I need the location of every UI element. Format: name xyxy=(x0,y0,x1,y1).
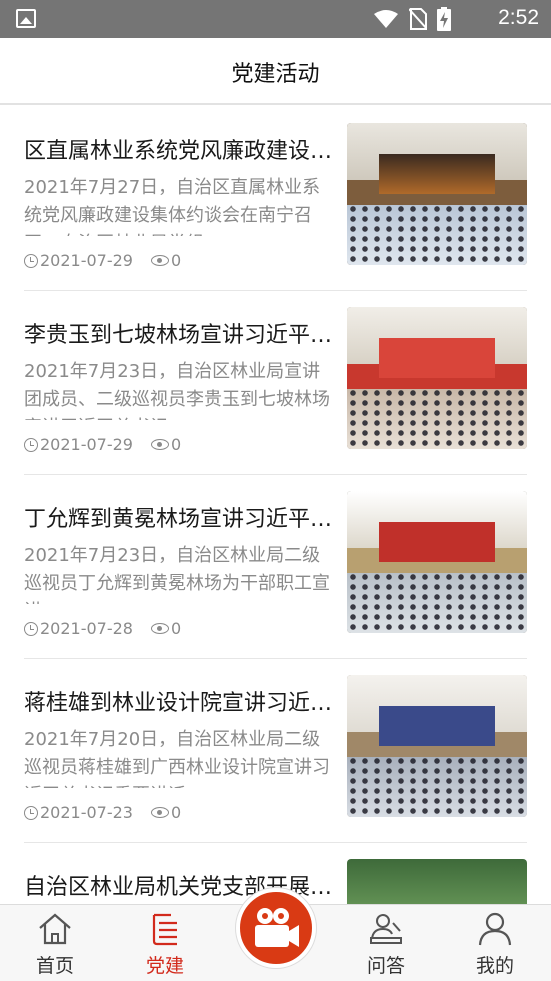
article-meta: 2021-07-29 0 xyxy=(24,435,181,454)
tab-mine-label: 我的 xyxy=(475,955,514,977)
article-summary: 2021年7月20日，自治区林业局二级巡视员蒋桂雄到广西林业设计院宣讲习近平总书… xyxy=(24,729,330,788)
article-summary: 2021年7月27日，自治区直属林业系统党风廉政建设集体约谈会在南宁召开，自治区… xyxy=(24,177,321,236)
tab-party-building-label: 党建 xyxy=(145,955,184,977)
clock-icon xyxy=(24,253,38,268)
home-icon xyxy=(39,913,71,945)
article-thumbnail[interactable] xyxy=(347,491,527,633)
eye-icon xyxy=(150,623,169,634)
clock-icon xyxy=(24,621,38,636)
article-date: 2021-07-29 xyxy=(40,251,133,270)
article-date: 2021-07-28 xyxy=(40,619,133,638)
party-building-icon xyxy=(152,913,177,946)
wifi-icon xyxy=(374,10,398,28)
article-meta: 2021-07-29 0 xyxy=(24,251,181,270)
article-meta: 2021-07-28 0 xyxy=(24,619,181,638)
article-summary: 2021年7月23日，自治区林业局二级巡视员丁允辉到黄冕林场为干部职工宣讲 xyxy=(24,545,330,604)
article-card[interactable]: 区直属林业系统党风廉政建设集体约谈会 2021年7月27日，自治区直属林业系统党… xyxy=(24,107,527,291)
article-date: 2021-07-29 xyxy=(40,435,133,454)
eye-icon xyxy=(150,807,169,818)
tab-qa-label: 问答 xyxy=(366,955,405,977)
tab-mine[interactable]: 我的 xyxy=(450,905,540,981)
article-title: 区直属林业系统党风廉政建设集体约谈会 xyxy=(24,139,336,164)
tab-party-building[interactable]: 党建 xyxy=(120,905,210,981)
article-card[interactable]: 蒋桂雄到林业设计院宣讲习近平总书记 2021年7月20日，自治区林业局二级巡视员… xyxy=(24,659,527,843)
article-views: 0 xyxy=(170,619,182,638)
article-views: 0 xyxy=(170,435,182,454)
clock-icon xyxy=(24,437,38,452)
clock-icon xyxy=(24,805,38,820)
status-icons xyxy=(373,7,451,31)
status-bar: 2:52 xyxy=(0,0,551,38)
article-card[interactable]: 丁允辉到黄冕林场宣讲习近平总书记 2021年7月23日，自治区林业局二级巡视员丁… xyxy=(24,475,527,659)
article-card[interactable]: 李贵玉到七坡林场宣讲习近平总书记 2021年7月23日，自治区林业局宣讲团成员、… xyxy=(24,291,527,475)
article-thumbnail[interactable] xyxy=(347,859,527,904)
eye-icon xyxy=(150,255,169,266)
video-publish-button[interactable] xyxy=(236,888,316,968)
article-title: 蒋桂雄到林业设计院宣讲习近平总书记 xyxy=(24,691,336,716)
article-thumbnail[interactable] xyxy=(347,307,527,449)
article-meta: 2021-07-23 0 xyxy=(24,803,181,822)
video-camera-icon xyxy=(255,908,299,947)
eye-icon xyxy=(150,439,169,450)
tab-home[interactable]: 首页 xyxy=(10,905,100,981)
status-time: 2:52 xyxy=(498,6,539,29)
image-notification-icon xyxy=(16,9,36,28)
article-title: 李贵玉到七坡林场宣讲习近平总书记 xyxy=(24,323,336,348)
qa-icon xyxy=(370,914,402,944)
article-date: 2021-07-23 xyxy=(40,803,133,822)
tab-qa[interactable]: 问答 xyxy=(341,905,431,981)
tab-home-label: 首页 xyxy=(35,955,74,977)
article-list[interactable]: 区直属林业系统党风廉政建设集体约谈会 2021年7月27日，自治区直属林业系统党… xyxy=(0,107,551,904)
article-thumbnail[interactable] xyxy=(347,675,527,817)
no-sim-icon xyxy=(409,8,427,30)
article-views: 0 xyxy=(170,803,182,822)
article-title: 丁允辉到黄冕林场宣讲习近平总书记 xyxy=(24,507,336,532)
user-icon xyxy=(478,912,512,946)
battery-charging-icon xyxy=(437,7,451,31)
page-title: 党建活动 xyxy=(231,62,320,87)
article-thumbnail[interactable] xyxy=(347,123,527,265)
article-summary: 2021年7月23日，自治区林业局宣讲团成员、二级巡视员李贵玉到七坡林场宣讲习近… xyxy=(24,361,330,420)
article-views: 0 xyxy=(170,251,182,270)
header: 党建活动 xyxy=(0,38,551,105)
